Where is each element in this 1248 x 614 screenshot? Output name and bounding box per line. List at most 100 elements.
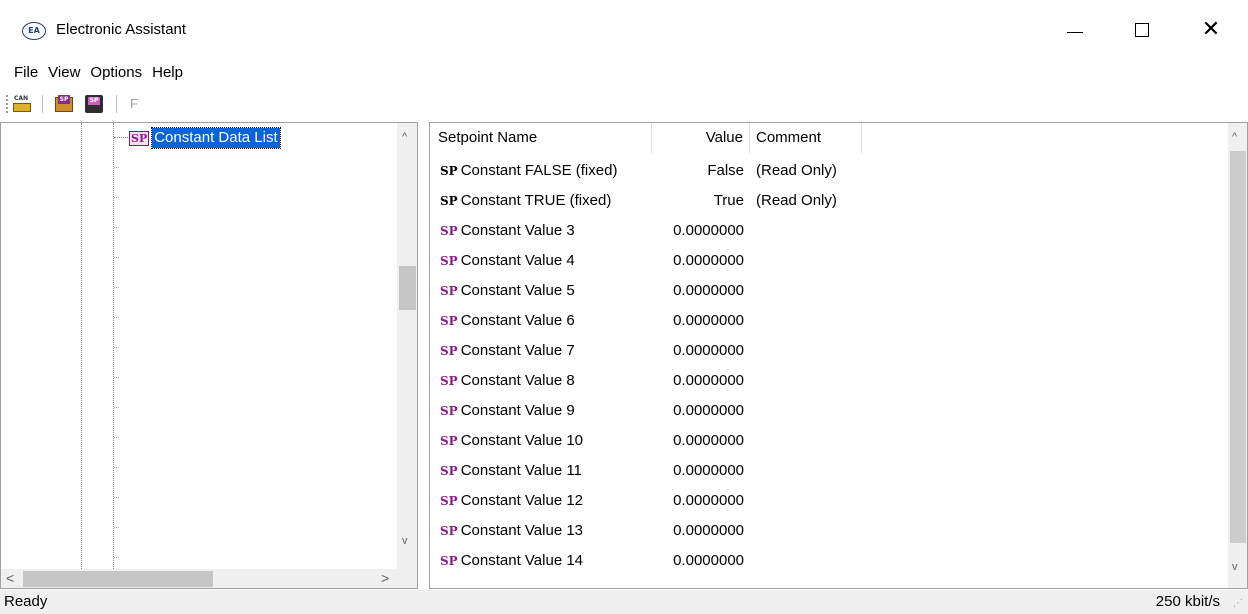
table-row[interactable]: SP Constant Value 8 0.0000000 bbox=[430, 366, 1228, 396]
tree-horizontal-scrollbar[interactable]: < > bbox=[1, 569, 397, 588]
setpoint-value: 0.0000000 bbox=[673, 222, 744, 239]
setpoint-icon: SP bbox=[440, 163, 458, 178]
table-row[interactable]: SP Constant Value 12 0.0000000 bbox=[430, 486, 1228, 516]
setpoint-comment: (Read Only) bbox=[756, 162, 837, 179]
setpoint-comment bbox=[750, 306, 862, 336]
setpoint-name: Constant Value 5 bbox=[460, 282, 575, 299]
f-button[interactable]: F bbox=[130, 96, 138, 111]
tree-guide-line bbox=[81, 123, 82, 569]
setpoint-comment: (Read Only) bbox=[756, 192, 837, 209]
setpoint-name: Constant Value 12 bbox=[460, 492, 584, 509]
setpoint-comment bbox=[750, 246, 862, 276]
scroll-thumb[interactable] bbox=[1230, 151, 1246, 543]
setpoint-icon: SP bbox=[440, 373, 458, 388]
setpoint-value: False bbox=[707, 162, 744, 179]
setpoint-name: Constant Value 14 bbox=[460, 552, 584, 569]
tree-guide-line bbox=[113, 123, 114, 569]
setpoint-value: 0.0000000 bbox=[673, 522, 744, 539]
setpoint-comment bbox=[750, 336, 862, 366]
setpoint-comment bbox=[750, 426, 862, 456]
setpoint-name: Constant TRUE (fixed) bbox=[460, 192, 612, 209]
scrollbar-corner bbox=[397, 569, 417, 588]
save-setpoint-button[interactable]: SP bbox=[85, 95, 105, 113]
setpoint-value: True bbox=[713, 192, 744, 209]
bitrate-indicator: 250 kbit/s bbox=[1155, 593, 1220, 610]
table-row[interactable]: SP Constant Value 7 0.0000000 bbox=[430, 336, 1228, 366]
setpoint-comment bbox=[750, 216, 862, 246]
tree-view[interactable]: SP Constant Data List ^ v < > bbox=[0, 122, 418, 589]
toolbar: CAN SP SP F bbox=[0, 89, 1248, 119]
setpoint-name: Constant Value 6 bbox=[460, 312, 575, 329]
scroll-thumb[interactable] bbox=[399, 266, 416, 310]
scroll-down-icon[interactable]: v bbox=[402, 535, 408, 547]
table-row[interactable]: SP Constant FALSE (fixed) False (Read Only) bbox=[430, 156, 1228, 186]
can-device-icon: CAN bbox=[14, 95, 29, 102]
scroll-down-icon[interactable]: v bbox=[1232, 561, 1238, 573]
scroll-up-icon[interactable]: ^ bbox=[1232, 131, 1237, 143]
setpoint-value: 0.0000000 bbox=[673, 492, 744, 509]
table-row[interactable]: SP Constant Value 4 0.0000000 bbox=[430, 246, 1228, 276]
menu-options[interactable]: Options bbox=[85, 60, 147, 88]
tree-node-label: Constant Data List bbox=[151, 127, 281, 149]
setpoint-value: 0.0000000 bbox=[673, 252, 744, 269]
setpoint-comment bbox=[750, 396, 862, 426]
setpoint-comment bbox=[750, 516, 862, 546]
setpoint-value: 0.0000000 bbox=[673, 372, 744, 389]
setpoint-name: Constant Value 3 bbox=[460, 222, 575, 239]
column-header-value[interactable]: Value bbox=[652, 123, 750, 153]
table-row[interactable]: SP Constant Value 3 0.0000000 bbox=[430, 216, 1228, 246]
setpoint-comment bbox=[750, 456, 862, 486]
open-setpoint-button[interactable]: SP bbox=[55, 95, 75, 113]
can-device-button[interactable]: CAN bbox=[13, 95, 33, 113]
setpoint-value: 0.0000000 bbox=[673, 552, 744, 569]
setpoint-icon: SP bbox=[129, 130, 150, 146]
setpoint-icon: SP bbox=[440, 223, 458, 238]
tree-vertical-scrollbar[interactable]: ^ v bbox=[397, 123, 417, 569]
scroll-thumb[interactable] bbox=[23, 571, 213, 587]
resize-grip-icon[interactable]: ⋰ bbox=[1233, 598, 1243, 609]
toolbar-grip[interactable] bbox=[6, 95, 8, 113]
table-row[interactable]: SP Constant Value 5 0.0000000 bbox=[430, 276, 1228, 306]
setpoint-value: 0.0000000 bbox=[673, 312, 744, 329]
list-vertical-scrollbar[interactable]: ^ v bbox=[1228, 123, 1247, 588]
table-row[interactable]: SP Constant Value 11 0.0000000 bbox=[430, 456, 1228, 486]
scroll-right-icon[interactable]: > bbox=[381, 570, 389, 586]
toolbar-separator bbox=[116, 95, 117, 113]
setpoint-list[interactable]: Setpoint Name Value Comment SP Constant F… bbox=[429, 122, 1248, 589]
setpoint-name-cell: SP Constant Value 3 bbox=[430, 216, 652, 246]
column-header-setpoint-name[interactable]: Setpoint Name bbox=[430, 123, 652, 153]
setpoint-name-cell: SP Constant Value 5 bbox=[430, 276, 652, 306]
table-row[interactable]: SP Constant Value 10 0.0000000 bbox=[430, 426, 1228, 456]
close-button[interactable]: ✕ bbox=[1188, 8, 1234, 52]
menu-view[interactable]: View bbox=[43, 60, 85, 88]
table-row[interactable]: SP Constant Value 13 0.0000000 bbox=[430, 516, 1228, 546]
setpoint-icon: SP bbox=[440, 313, 458, 328]
setpoint-name: Constant Value 8 bbox=[460, 372, 575, 389]
table-row[interactable]: SP Constant Value 14 0.0000000 bbox=[430, 546, 1228, 576]
setpoint-value: 0.0000000 bbox=[673, 402, 744, 419]
setpoint-icon: SP bbox=[440, 493, 458, 508]
scroll-left-icon[interactable]: < bbox=[6, 570, 14, 586]
scroll-up-icon[interactable]: ^ bbox=[402, 131, 407, 143]
setpoint-icon: SP bbox=[440, 403, 458, 418]
column-header-comment[interactable]: Comment bbox=[750, 123, 862, 153]
list-header: Setpoint Name Value Comment bbox=[430, 123, 1228, 153]
menu-file[interactable]: File bbox=[9, 60, 43, 88]
setpoint-name: Constant Value 11 bbox=[460, 462, 582, 479]
table-row[interactable]: SP Constant Value 9 0.0000000 bbox=[430, 396, 1228, 426]
setpoint-name: Constant Value 9 bbox=[460, 402, 575, 419]
setpoint-comment bbox=[750, 276, 862, 306]
app-logo-icon: EA bbox=[22, 22, 46, 40]
setpoint-icon: SP bbox=[440, 523, 458, 538]
status-bar: Ready 250 kbit/s ⋰ bbox=[0, 590, 1248, 614]
setpoint-value: 0.0000000 bbox=[673, 432, 744, 449]
tree-node-constant-data-list[interactable]: SP Constant Data List bbox=[129, 127, 281, 149]
setpoint-name-cell: SP Constant Value 10 bbox=[430, 426, 652, 456]
toolbar-separator bbox=[42, 95, 43, 113]
minimize-button[interactable] bbox=[1052, 8, 1098, 52]
setpoint-name: Constant Value 7 bbox=[460, 342, 575, 359]
table-row[interactable]: SP Constant TRUE (fixed) True (Read Only) bbox=[430, 186, 1228, 216]
maximize-button[interactable] bbox=[1119, 8, 1165, 52]
menu-help[interactable]: Help bbox=[147, 60, 188, 88]
table-row[interactable]: SP Constant Value 6 0.0000000 bbox=[430, 306, 1228, 336]
